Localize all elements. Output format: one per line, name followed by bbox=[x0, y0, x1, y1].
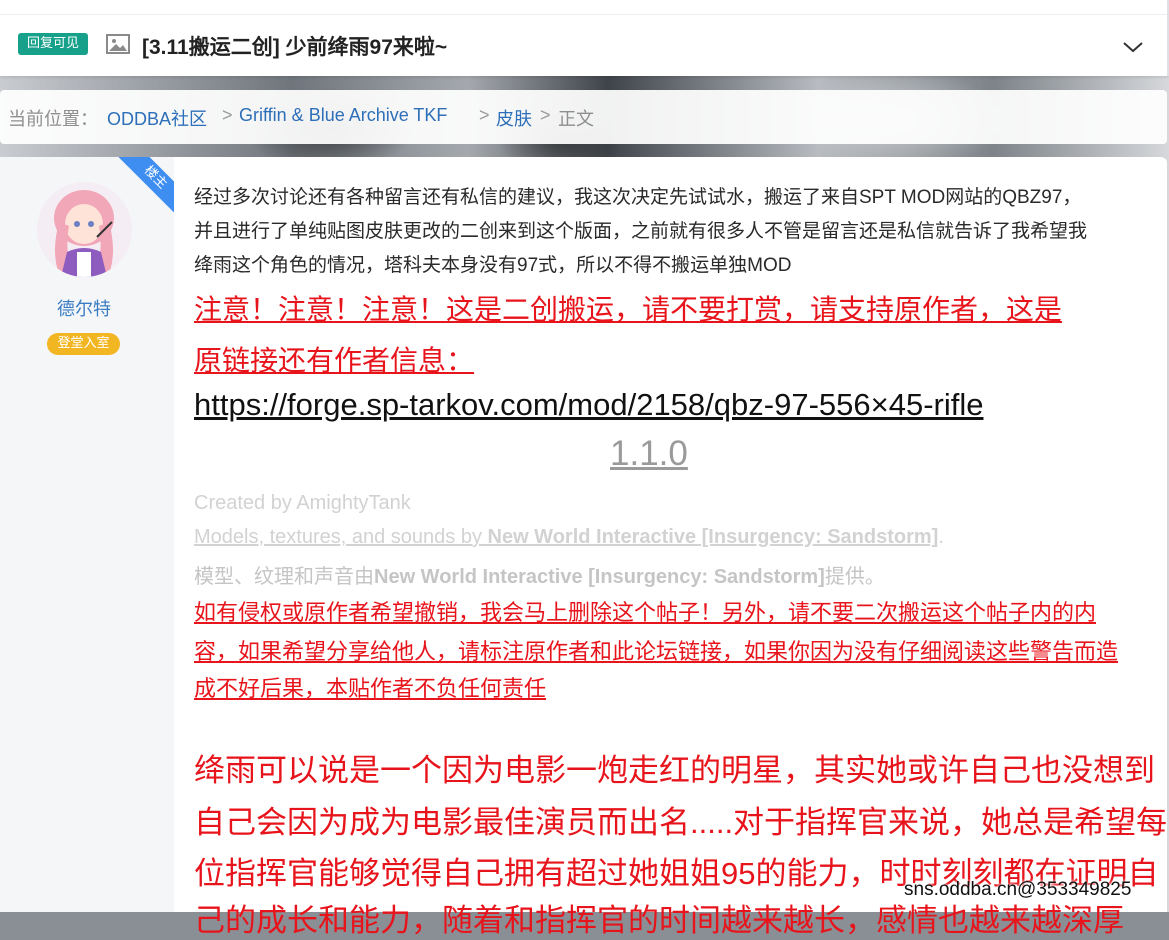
thread-title: [3.11搬运二创] 少前绛雨97来啦~ bbox=[142, 36, 448, 59]
intro-line: 绛雨这个角色的情况，塔科夫本身没有97式，所以不得不搬运单独MOD bbox=[194, 255, 792, 276]
disclaimer-line: 容，如果希望分享给他人，请标注原作者和此论坛链接，如果你因为没有仔细阅读这些警告… bbox=[194, 639, 1119, 664]
disclaimer-line: 如有侵权或原作者希望撤销，我会马上删除这个帖子！另外，请不要二次搬运这个帖子内的… bbox=[194, 600, 1097, 625]
intro-line: 并且进行了单纯贴图皮肤更改的二创来到这个版面，之前就有很多人不管是留言还是私信就… bbox=[194, 221, 1088, 242]
reply-visible-badge: 回复可见 bbox=[18, 33, 89, 55]
intro-line: 经过多次讨论还有各种留言还有私信的建议，我这次决定先试试水，搬运了来自SPT M… bbox=[194, 187, 1082, 208]
mod-version: 1.1.0 bbox=[610, 434, 688, 473]
breadcrumb-separator: > bbox=[540, 105, 551, 125]
breadcrumb-current: 正文 bbox=[558, 109, 594, 129]
breadcrumb-separator: > bbox=[222, 105, 233, 125]
created-by-text: Created by AmightyTank bbox=[194, 492, 411, 514]
site-watermark: sns.oddba.cn@353349825 bbox=[904, 879, 1132, 900]
thread-header: 回复可见 [3.11搬运二创] 少前绛雨97来啦~ bbox=[0, 0, 1169, 76]
credits-suffix: . bbox=[938, 526, 944, 548]
breadcrumb-prefix: 当前位置： bbox=[8, 109, 98, 129]
disclaimer-line: 成不好后果，本贴作者不负任何责任 bbox=[194, 676, 547, 701]
credits-prefix: Models, textures, and sounds by bbox=[194, 526, 488, 548]
author-name[interactable]: 德尔特 bbox=[0, 295, 168, 321]
breadcrumb-item-skins[interactable]: 皮肤 bbox=[496, 105, 532, 131]
breadcrumb-separator: > bbox=[479, 105, 490, 125]
header-divider bbox=[0, 14, 1167, 15]
warning-line: 注意！注意！注意！这是二创搬运，请不要打赏，请支持原作者，这是 bbox=[194, 294, 1063, 325]
breadcrumb: 当前位置： ODDBA社区 > Griffin & Blue Archive T… bbox=[0, 90, 1167, 144]
avatar[interactable] bbox=[37, 182, 132, 277]
credits-line-cn: 模型、纹理和声音由New World Interactive [Insurgen… bbox=[194, 560, 885, 589]
credits-line-en: Models, textures, and sounds by New Worl… bbox=[194, 526, 944, 549]
breadcrumb-item-board[interactable]: Griffin & Blue Archive TKF bbox=[239, 105, 447, 126]
breadcrumb-item-oddba[interactable]: ODDBA社区 bbox=[107, 105, 207, 131]
story-line: 自己会因为成为电影最佳演员而出名.....对于指挥官来说，她总是希望每 bbox=[194, 805, 1168, 840]
story-line: 己的成长和能力，随着和指挥官的时间越来越长，感情也越来越深厚 bbox=[194, 903, 1124, 938]
credits-cn-suffix: 提供。 bbox=[824, 566, 885, 588]
credits-studio-link[interactable]: New World Interactive [Insurgency: Sands… bbox=[488, 526, 939, 548]
warning-line: 原链接还有作者信息： bbox=[194, 345, 475, 376]
avatar-image bbox=[37, 182, 132, 277]
original-mod-link[interactable]: https://forge.sp-tarkov.com/mod/2158/qbz… bbox=[194, 387, 983, 423]
chevron-down-icon[interactable] bbox=[1121, 39, 1145, 55]
credits-cn-studio: New World Interactive [Insurgency: Sands… bbox=[374, 566, 825, 588]
story-line: 绛雨可以说是一个因为电影一炮走红的明星，其实她或许自己也没想到 bbox=[194, 753, 1155, 788]
image-icon bbox=[106, 34, 130, 54]
author-rank-badge: 登堂入室 bbox=[47, 333, 120, 355]
credits-cn-prefix: 模型、纹理和声音由 bbox=[194, 566, 374, 588]
